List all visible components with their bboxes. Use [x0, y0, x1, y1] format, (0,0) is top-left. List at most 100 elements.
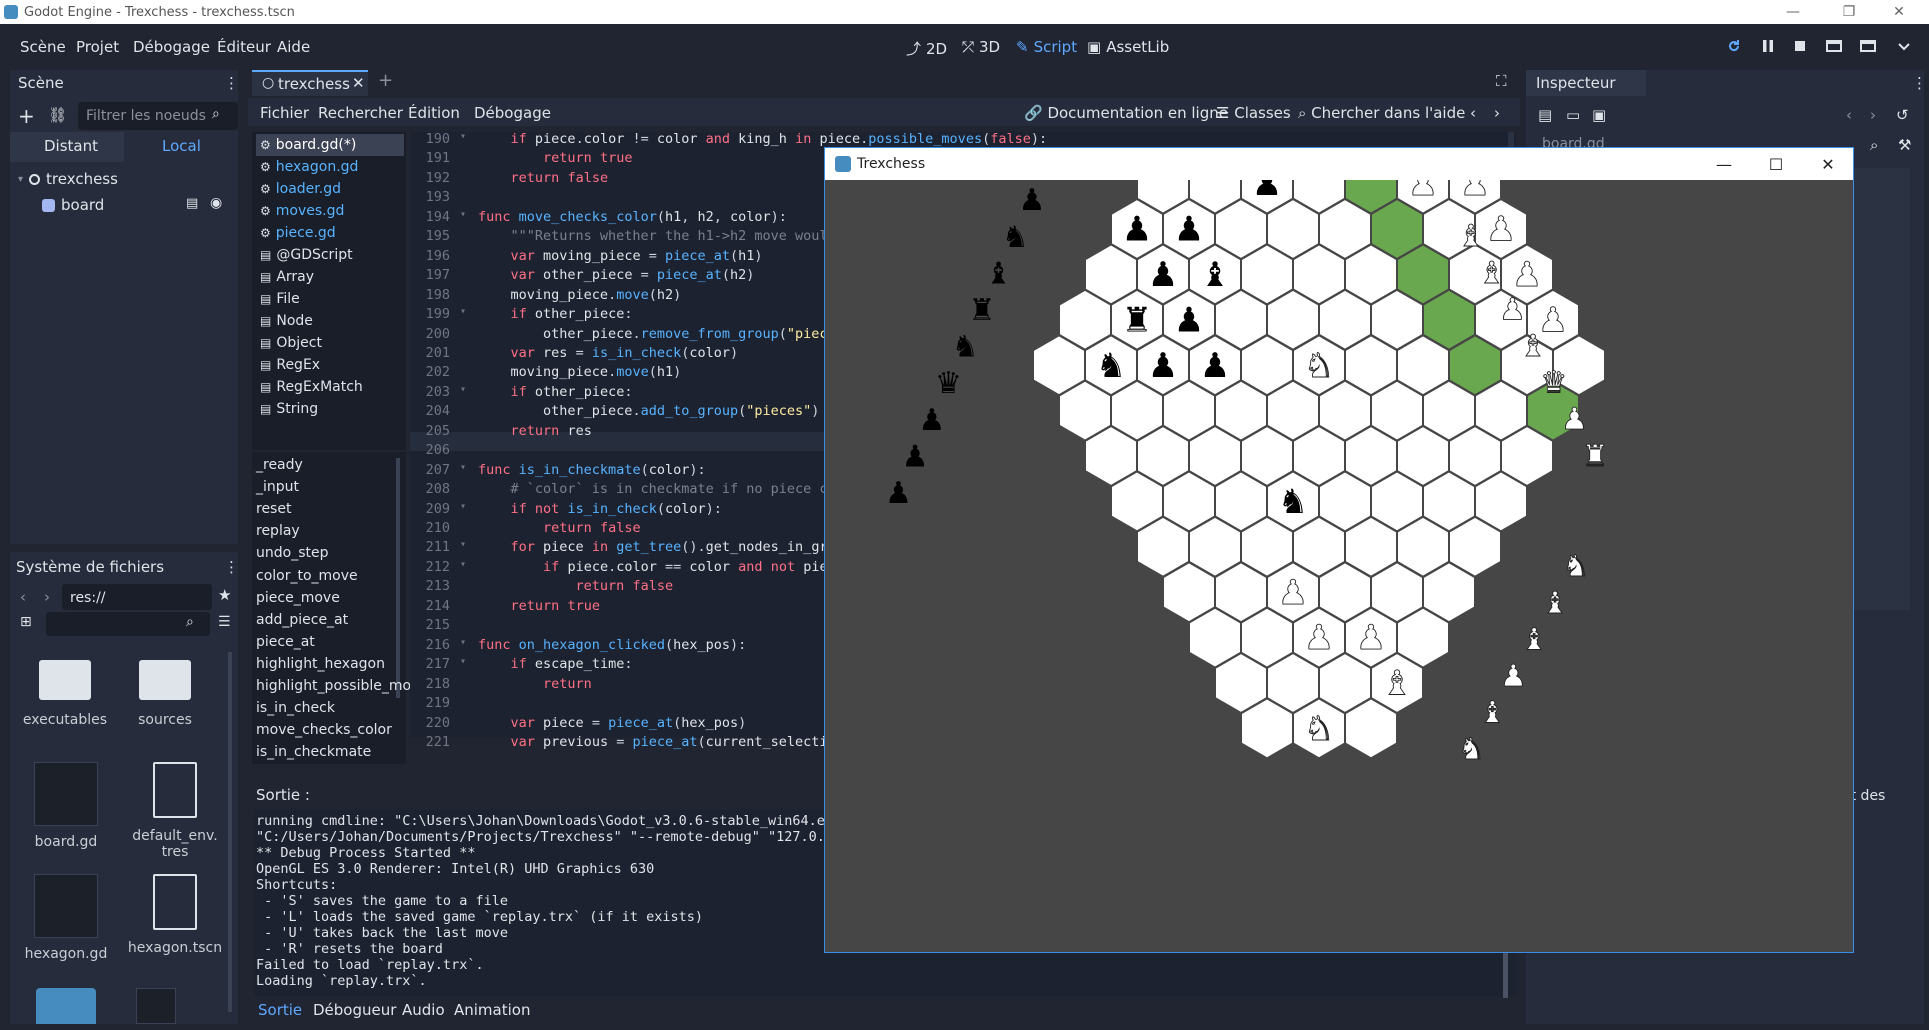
save-icon[interactable]: ▣: [1592, 106, 1606, 124]
code-line[interactable]: 220 var piece = piece_at(hex_pos): [412, 715, 747, 734]
fold-arrow-icon[interactable]: ▾: [460, 539, 478, 558]
fold-arrow-icon[interactable]: ▾: [460, 306, 478, 325]
white-pawn-piece[interactable]: ♟: [1277, 572, 1308, 613]
black-pawn-piece[interactable]: ♟: [1148, 255, 1178, 295]
code-line[interactable]: 212 ▾ if piece.color == color and not pie…: [412, 559, 836, 578]
code-line[interactable]: 193: [412, 189, 478, 208]
file-item-board-gd[interactable]: board.gd: [16, 762, 116, 850]
menu-file[interactable]: Fichier: [260, 104, 309, 122]
minimize-button[interactable]: —: [1770, 0, 1816, 24]
prev-script-icon[interactable]: ‹: [1470, 104, 1476, 122]
classes-link[interactable]: ☰ Classes: [1216, 104, 1291, 122]
menu-project[interactable]: Projet: [76, 38, 119, 56]
menu-scene[interactable]: Scène: [20, 38, 66, 56]
black-pawn-piece[interactable]: ♟: [1174, 210, 1204, 250]
fold-arrow-icon[interactable]: ▾: [460, 462, 478, 481]
method-list-item[interactable]: highlight_hexagon: [256, 656, 385, 672]
method-list-item[interactable]: piece_at: [256, 634, 315, 650]
code-line[interactable]: 213 return false: [412, 578, 674, 597]
code-line[interactable]: 191 return true: [412, 150, 633, 169]
panel-menu-icon[interactable]: ⋮: [1912, 74, 1927, 92]
close-tab-icon[interactable]: ✕: [352, 74, 365, 92]
black-pawn-piece[interactable]: ♟: [1122, 210, 1152, 250]
script-list-item[interactable]: ▤ File: [256, 288, 404, 310]
script-list-item[interactable]: ▤ Object: [256, 332, 404, 354]
tab-output[interactable]: Sortie: [258, 1001, 302, 1019]
code-line[interactable]: 206: [412, 442, 478, 461]
chevron-down-icon[interactable]: [1896, 38, 1912, 54]
code-line[interactable]: 217 ▾ if escape_time:: [412, 656, 633, 675]
search-icon[interactable]: ⌕: [1870, 136, 1878, 154]
code-line[interactable]: 198 moving_piece.move(h2): [412, 287, 682, 306]
favorite-star-icon[interactable]: ★: [218, 586, 231, 604]
method-list-item[interactable]: _ready: [256, 457, 303, 473]
script-list-item[interactable]: ▤ Array: [256, 266, 404, 288]
black-pawn-piece[interactable]: ♟: [1174, 300, 1204, 340]
fold-arrow-icon[interactable]: ▾: [460, 131, 478, 150]
white-pawn-piece[interactable]: ♟: [1511, 255, 1542, 296]
tab-debugger[interactable]: Débogueur: [313, 1001, 396, 1019]
maximize-button[interactable]: ☐: [1751, 148, 1801, 180]
list-view-icon[interactable]: ☰: [218, 614, 231, 630]
history-back-icon[interactable]: ‹: [1846, 106, 1852, 124]
script-attached-icon[interactable]: ▤: [186, 196, 198, 211]
workspace-2d[interactable]: ⤴ 2D: [906, 38, 947, 59]
next-script-icon[interactable]: ›: [1494, 104, 1500, 122]
code-line[interactable]: 221 var previous = piece_at(current_sele…: [412, 734, 836, 753]
reload-icon[interactable]: [1726, 38, 1742, 54]
menu-search[interactable]: Rechercher: [318, 104, 403, 122]
split-mode-icon[interactable]: ⊞: [20, 614, 32, 630]
play-custom-icon[interactable]: [1860, 38, 1876, 54]
code-line[interactable]: 205 return res: [412, 423, 592, 442]
code-line[interactable]: 214 return true: [412, 598, 600, 617]
code-line[interactable]: 203 ▾ if other_piece:: [412, 384, 633, 403]
white-knight-piece[interactable]: ♞: [1303, 709, 1334, 750]
close-button[interactable]: ✕: [1876, 0, 1922, 24]
black-pawn-piece[interactable]: ♟: [1200, 346, 1230, 386]
code-line[interactable]: 192 return false: [412, 170, 608, 189]
tools-icon[interactable]: ⚒: [1898, 136, 1911, 154]
history-forward-icon[interactable]: ›: [1870, 106, 1876, 124]
script-list-item[interactable]: ▤ RegEx: [256, 354, 404, 376]
white-pawn-piece[interactable]: ♟: [1303, 618, 1334, 659]
tree-item-trexchess[interactable]: ▾ trexchess: [18, 170, 118, 188]
back-icon[interactable]: ‹: [20, 588, 26, 606]
script-list-item[interactable]: ⚙ hexagon.gd: [256, 156, 404, 178]
code-line[interactable]: 208 # `color` is in checkmate if no piec…: [412, 481, 836, 500]
menu-help[interactable]: Aide: [277, 38, 310, 56]
file-item-executables[interactable]: executables: [20, 660, 110, 728]
panel-menu-icon[interactable]: ⋮: [224, 74, 239, 92]
black-pawn-piece[interactable]: ♟: [1252, 180, 1282, 204]
code-line[interactable]: 196 var moving_piece = piece_at(h1): [412, 248, 763, 267]
inspector-title[interactable]: Inspecteur: [1536, 74, 1616, 92]
code-line[interactable]: 207 ▾ func is_in_checkmate(color):: [412, 462, 706, 481]
method-list-item[interactable]: add_piece_at: [256, 612, 348, 628]
code-line[interactable]: 216 ▾ func on_hexagon_clicked(hex_pos):: [412, 637, 747, 656]
scrollbar[interactable]: [396, 458, 400, 698]
menu-script-debug[interactable]: Débogage: [474, 104, 551, 122]
hex-chess-board[interactable]: ♜♞♟♟♟♟♟♟♟♝♟♜♟♟♞♟♟♞♞♟♟♟♝♞♟♞♝♜♞♛♟♟♟♝♝♟♝♛♟♜…: [825, 180, 1853, 952]
white-pawn-piece[interactable]: ♟: [1407, 180, 1438, 205]
stop-icon[interactable]: [1792, 38, 1808, 54]
code-line[interactable]: 194 ▾ func move_checks_color(h1, h2, color…: [412, 209, 787, 228]
fold-arrow-icon[interactable]: ▾: [460, 384, 478, 403]
method-list-item[interactable]: highlight_possible_mov: [256, 678, 419, 694]
script-list-item[interactable]: ▤ Node: [256, 310, 404, 332]
fullscreen-icon[interactable]: ⛶: [1496, 72, 1507, 90]
add-node-icon[interactable]: +: [18, 104, 35, 128]
white-pawn-piece[interactable]: ♟: [1459, 180, 1490, 205]
method-list-item[interactable]: replay: [256, 523, 300, 539]
script-list-item[interactable]: ▤ @GDScript: [256, 244, 404, 266]
code-line[interactable]: 200 other_piece.remove_from_group("piece: [412, 326, 836, 345]
black-pawn-piece[interactable]: ♟: [1148, 346, 1178, 386]
online-docs-link[interactable]: 🔗 Documentation en ligne: [1024, 104, 1228, 122]
path-input[interactable]: res://: [62, 584, 212, 610]
maximize-button[interactable]: ❐: [1826, 0, 1872, 24]
tab-audio[interactable]: Audio: [402, 1001, 445, 1019]
fold-arrow-icon[interactable]: ▾: [460, 637, 478, 656]
menu-edit[interactable]: Édition: [408, 104, 460, 122]
method-list-item[interactable]: undo_step: [256, 545, 328, 561]
tree-item-board[interactable]: board: [42, 196, 104, 214]
fold-arrow-icon[interactable]: ▾: [460, 501, 478, 520]
pause-icon[interactable]: [1760, 38, 1776, 54]
